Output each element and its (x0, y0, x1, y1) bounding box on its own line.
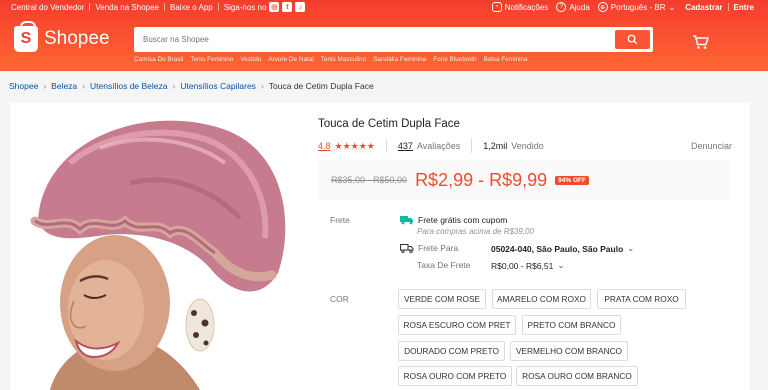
color-option[interactable]: VERDE COM ROSE (398, 289, 486, 309)
suggestion-link[interactable]: Camisa Do Brasil (134, 56, 183, 63)
breadcrumb-link[interactable]: Beleza (51, 81, 77, 91)
search-suggestions: Camisa Do Brasil Tenis Feminino Vestido … (134, 56, 528, 63)
breadcrumb-current: Touca de Cetim Dupla Face (268, 81, 374, 91)
divider (164, 3, 166, 11)
color-option[interactable]: DOURADO COM PRETO (398, 341, 505, 361)
sell-link[interactable]: Venda na Shopee (95, 3, 159, 12)
site-header: Central do Vendedor Venda na Shopee Baix… (0, 0, 768, 71)
current-price: R$2,99 - R$9,99 (415, 169, 548, 190)
divider (471, 139, 473, 153)
product-image[interactable] (10, 103, 306, 390)
suggestion-link[interactable]: Vestido (240, 56, 261, 63)
reviews-label: Avaliações (416, 141, 461, 151)
seller-center-link[interactable]: Central do Vendedor (11, 3, 84, 12)
breadcrumb-link[interactable]: Utensílios de Beleza (90, 81, 168, 91)
shipping-fee-label: Taxa De Frete (417, 260, 471, 270)
search-icon (627, 34, 638, 45)
follow-us-label: Siga-nos no (223, 2, 267, 12)
shopping-cart-icon (693, 35, 709, 49)
reviews-count[interactable]: 437 (398, 141, 413, 151)
free-shipping-truck-icon (400, 216, 413, 225)
chevron-right-icon: › (82, 81, 85, 91)
suggestion-link[interactable]: Sandália Feminina (373, 56, 426, 63)
sold-count: 1,2mil (483, 141, 508, 151)
top-navbar: Central do Vendedor Venda na Shopee Baix… (11, 0, 754, 14)
search-button[interactable] (615, 30, 650, 49)
divider (727, 3, 729, 11)
truck-icon (400, 244, 414, 253)
divider (89, 3, 91, 11)
shipping-fee-selector[interactable]: R$0,00 - R$6,51 ⌄ (491, 260, 565, 271)
divider (385, 139, 387, 153)
ship-to-label: Frete Para (418, 243, 459, 253)
notifications-link[interactable]: Notificações (505, 3, 549, 12)
search-input[interactable] (134, 27, 612, 52)
rating-value[interactable]: 4.8 (318, 141, 331, 151)
product-stats: 4.8 ★★★★★ 437 Avaliações 1,2mil Vendido … (318, 139, 732, 153)
download-app-link[interactable]: Baixe o App (170, 3, 213, 12)
star-rating-icon: ★★★★★ (334, 140, 375, 151)
original-price: R$35,00 - R$50,00 (331, 175, 408, 185)
suggestion-link[interactable]: Bolsa Feminina (484, 56, 528, 63)
twitter-icon[interactable]: t (282, 2, 293, 12)
breadcrumb-link[interactable]: Shopee (9, 81, 38, 91)
color-option[interactable]: PRATA COM ROXO (597, 289, 686, 309)
product-title: Touca de Cetim Dupla Face (318, 118, 460, 130)
breadcrumb-link[interactable]: Utensílios Capilares (180, 81, 256, 91)
language-selector[interactable]: Português - BR (611, 3, 666, 12)
price-box: R$35,00 - R$50,00 R$2,99 - R$9,99 94% OF… (318, 160, 730, 200)
divider (217, 3, 219, 11)
chevron-down-icon: ⌄ (557, 260, 565, 270)
product-photo (30, 120, 286, 390)
suggestion-link[interactable]: Tenis Feminino (190, 56, 233, 63)
free-shipping-title: Frete grátis com cupom (418, 215, 508, 225)
suggestion-link[interactable]: Tenis Masculino (321, 56, 366, 63)
chevron-right-icon: › (260, 81, 264, 91)
ship-to-value: 05024-040, São Paulo, São Paulo (491, 243, 624, 254)
color-option[interactable]: ROSA OURO COM PRETO (398, 366, 512, 386)
register-link[interactable]: Cadastrar (685, 3, 722, 12)
shopee-bag-icon: S (14, 21, 38, 52)
color-option[interactable]: VERMELHO COM BRANCO (510, 341, 628, 361)
shopee-logo[interactable]: S Shopee (14, 21, 110, 52)
globe-icon[interactable]: ⊕ (597, 2, 608, 12)
report-link[interactable]: Denunciar (691, 141, 732, 151)
color-option[interactable]: AMARELO COM ROXO (492, 289, 591, 309)
chevron-right-icon: › (172, 81, 176, 91)
color-label: COR (330, 294, 349, 304)
ship-to-line: Frete Para (400, 243, 458, 253)
free-shipping-line: Frete grátis com cupom (400, 215, 507, 225)
instagram-icon[interactable]: ◎ (269, 2, 280, 12)
help-icon[interactable]: ? (556, 2, 567, 12)
breadcrumb: Shopee › Beleza › Utensílios de Beleza ›… (9, 81, 374, 91)
suggestion-link[interactable]: Fone Bluetooth (433, 56, 476, 63)
color-option[interactable]: PRETO COM BRANCO (522, 315, 621, 335)
chevron-right-icon: › (43, 81, 47, 91)
chevron-down-icon: ⌄ (668, 2, 676, 12)
color-option[interactable]: ROSA OURO COM BRANCO (516, 366, 638, 386)
color-option[interactable]: ROSA ESCURO COM PRET (398, 315, 516, 335)
discount-badge: 94% OFF (555, 175, 589, 185)
ship-to-selector[interactable]: 05024-040, São Paulo, São Paulo ⌄ (491, 243, 634, 254)
bell-icon[interactable]: ◔ (491, 2, 502, 12)
free-shipping-subtitle: Para compras acima de R$39,00 (417, 227, 534, 236)
logo-text: Shopee (44, 28, 110, 49)
help-link[interactable]: Ajuda (569, 3, 589, 12)
shipping-fee-value: R$0,00 - R$6,51 (491, 260, 554, 271)
tiktok-icon[interactable]: ♪ (295, 2, 306, 12)
suggestion-link[interactable]: Arvore De Natal (268, 56, 313, 63)
login-link[interactable]: Entre (734, 3, 754, 12)
cart-button[interactable] (692, 34, 710, 52)
sold-label: Vendido (511, 141, 544, 151)
shipping-label: Frete (330, 215, 350, 225)
chevron-down-icon: ⌄ (627, 243, 635, 253)
search-bar (134, 27, 653, 52)
